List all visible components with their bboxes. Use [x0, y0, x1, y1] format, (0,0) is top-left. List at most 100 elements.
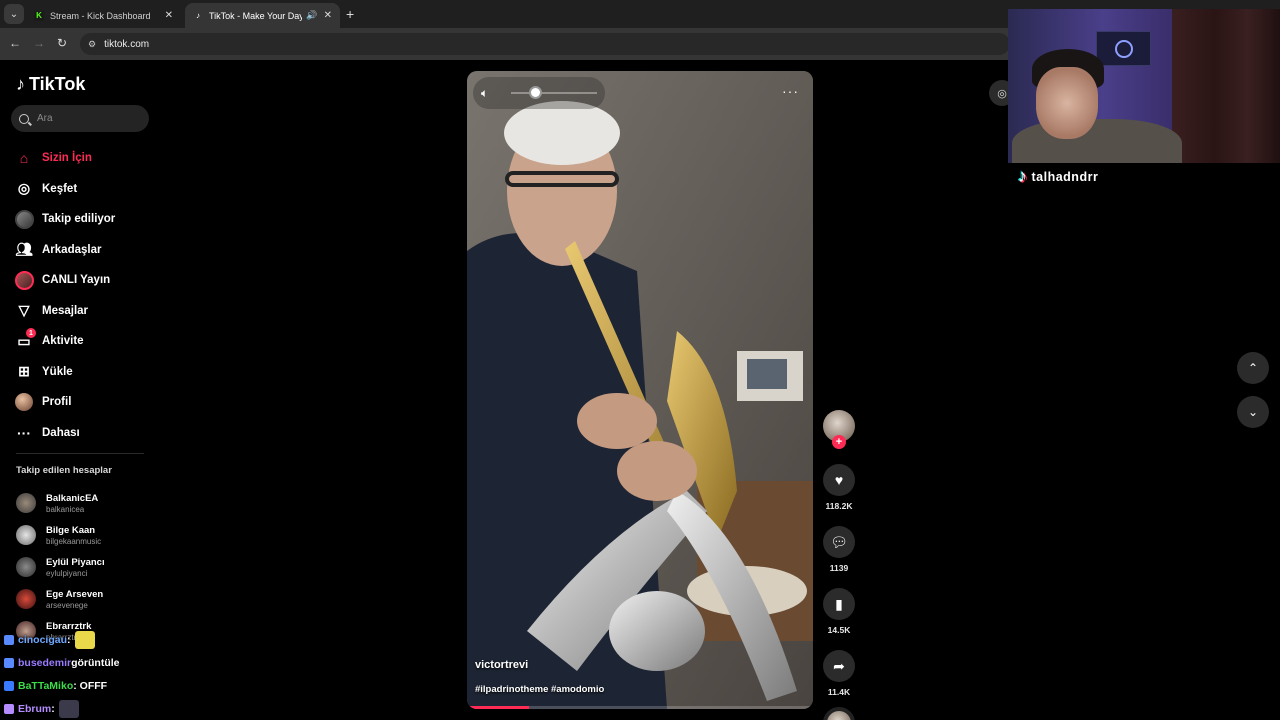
chat-message: cinocigau :: [4, 628, 164, 651]
search-icon: [19, 113, 29, 124]
speaker-icon[interactable]: 🔊: [306, 10, 317, 21]
chevron-down-icon: ⌄: [1247, 405, 1259, 419]
chat-username: busedemir: [18, 656, 72, 669]
sidebar-item-profile[interactable]: Profil: [14, 387, 154, 418]
account-handle: eylulpiyanci: [46, 568, 88, 578]
chat-text: : OFFF: [73, 679, 108, 692]
sidebar-item-label: CANLI Yayın: [42, 274, 111, 287]
sidebar-item-label: Arkadaşlar: [42, 243, 102, 256]
sidebar-item-upload[interactable]: ⊞ Yükle: [14, 357, 154, 388]
sidebar-item-label: Dahası: [42, 426, 80, 439]
account-name: Ege Arseven: [46, 588, 104, 600]
profile-icon: [14, 392, 34, 412]
comment-icon[interactable]: 💬︎: [823, 526, 855, 558]
chat-badge-icon: [4, 680, 14, 691]
sidebar-nav: ⌂ Sizin İçin ◎ Keşfet Takip ediliyor 👥︎ …: [14, 143, 154, 448]
chat-text: :: [67, 633, 71, 646]
sidebar-item-following[interactable]: Takip ediliyor: [14, 204, 154, 235]
chat-message: Ebrum :: [4, 697, 164, 720]
chat-text: görüntüle: [71, 656, 120, 669]
back-arrow-icon[interactable]: ←: [9, 36, 21, 50]
video-frame: [467, 71, 813, 709]
tiktok-logo[interactable]: ♪ TikTok: [16, 74, 85, 95]
following-avatar-icon: [14, 209, 34, 229]
more-options-icon[interactable]: ···: [782, 83, 799, 99]
tab-title: TikTok - Make Your Day: [209, 10, 303, 21]
video-actions: + ♥ 118.2K 💬︎ 1139 ▮ 14.5K ➦ 11.4K: [823, 410, 855, 720]
tab-kick-dashboard[interactable]: K Stream - Kick Dashboard ✕: [26, 3, 181, 28]
share-action[interactable]: ➦ 11.4K: [823, 650, 855, 697]
search-input[interactable]: Ara: [11, 105, 149, 132]
share-arrow-icon[interactable]: ➦: [823, 650, 855, 682]
video-player[interactable]: 🔈︎ ··· victortrevi #ilpadrinotheme #amod…: [467, 71, 813, 709]
like-action[interactable]: ♥ 118.2K: [823, 464, 855, 511]
reload-icon[interactable]: ↻: [57, 36, 67, 50]
sidebar-item-friends[interactable]: 👥︎ Arkadaşlar: [14, 235, 154, 266]
account-handle: arsevenege: [46, 600, 88, 610]
following-account-item[interactable]: BalkanicEA balkanicea: [16, 487, 156, 519]
sidebar-item-label: Mesajlar: [42, 304, 89, 317]
volume-slider-handle[interactable]: [529, 86, 542, 99]
avatar: [16, 557, 36, 577]
creator-avatar[interactable]: +: [823, 410, 855, 449]
send-icon: ▽: [18, 302, 30, 319]
streamer-webcam: [1008, 9, 1280, 163]
url-text: tiktok.com: [104, 38, 150, 50]
tab-title: Stream - Kick Dashboard: [50, 10, 151, 21]
account-name: Eylül Piyancı: [46, 556, 105, 568]
save-action[interactable]: ▮ 14.5K: [823, 588, 855, 635]
new-tab-button[interactable]: +: [346, 6, 354, 22]
following-account-item[interactable]: Eylül Piyancı eylulpiyanci: [16, 551, 156, 583]
volume-slider[interactable]: [511, 92, 597, 94]
following-accounts-list: BalkanicEA balkanicea Bilge Kaan bilgekaan…: [16, 487, 156, 647]
following-accounts-title: Takip edilen hesaplar: [16, 465, 112, 476]
avatar: [16, 493, 36, 513]
emblem-icon: [1114, 39, 1133, 58]
emote-icon: [58, 699, 79, 718]
video-progress-fill: [467, 706, 530, 709]
next-video-button[interactable]: ⌄: [1237, 396, 1269, 428]
friends-icon: 👥︎: [15, 241, 33, 258]
upload-icon: ⊞: [18, 363, 30, 380]
account-handle: balkanicea: [46, 504, 85, 514]
sidebar-item-more[interactable]: ··· Dahası: [14, 418, 154, 449]
account-name: BalkanicEA: [46, 492, 99, 504]
chat-username: cinocigau: [18, 633, 68, 646]
pikachu-emote-icon: [74, 630, 95, 649]
home-icon: ⌂: [19, 150, 29, 167]
video-author[interactable]: victortrevi: [475, 659, 528, 671]
url-field[interactable]: ⚙ tiktok.com: [80, 33, 1010, 55]
close-tab-icon[interactable]: ✕: [324, 10, 332, 21]
follow-plus-icon[interactable]: +: [832, 435, 846, 449]
tab-tiktok[interactable]: ♪ TikTok - Make Your Day 🔊 ✕: [185, 3, 340, 28]
tiktok-favicon-icon: ♪: [196, 11, 200, 20]
video-progress-bar[interactable]: [467, 706, 813, 709]
site-info-icon[interactable]: ⚙: [88, 39, 96, 50]
close-tab-icon[interactable]: ✕: [165, 10, 173, 21]
video-hashtags[interactable]: #ilpadrinotheme #amodomio: [475, 684, 604, 695]
following-account-item[interactable]: Ege Arseven arsevenege: [16, 583, 156, 615]
following-account-item[interactable]: Bilge Kaan bilgekaanmusic: [16, 519, 156, 551]
sidebar-item-for-you[interactable]: ⌂ Sizin İçin: [14, 143, 154, 174]
notification-badge: 1: [26, 328, 36, 339]
previous-video-button[interactable]: ⌃: [1237, 352, 1269, 384]
heart-icon[interactable]: ♥: [823, 464, 855, 496]
tab-search-button[interactable]: ⌄: [4, 4, 24, 24]
sidebar-item-label: Takip ediliyor: [42, 213, 116, 226]
forward-arrow-icon[interactable]: →: [33, 36, 45, 50]
sidebar-item-label: Profil: [42, 396, 72, 409]
music-disc-icon[interactable]: [823, 707, 855, 720]
sidebar-item-messages[interactable]: ▽ Mesajlar: [14, 296, 154, 327]
comment-action[interactable]: 💬︎ 1139: [823, 526, 855, 573]
chat-badge-icon: [4, 634, 14, 645]
volume-icon[interactable]: 🔈︎: [481, 86, 488, 101]
comment-count: 1139: [829, 563, 849, 573]
streamer-name-tag: ♪ talhadndrr: [1018, 166, 1098, 187]
sidebar-item-live[interactable]: CANLI Yayın: [14, 265, 154, 296]
sidebar-item-activity[interactable]: ▭ 1 Aktivite: [14, 326, 154, 357]
compass-icon: ◎: [17, 180, 31, 197]
sidebar-item-explore[interactable]: ◎ Keşfet: [14, 174, 154, 205]
bookmark-icon[interactable]: ▮: [823, 588, 855, 620]
streamer-body: [1012, 119, 1182, 163]
account-handle: bilgekaanmusic: [46, 536, 102, 546]
